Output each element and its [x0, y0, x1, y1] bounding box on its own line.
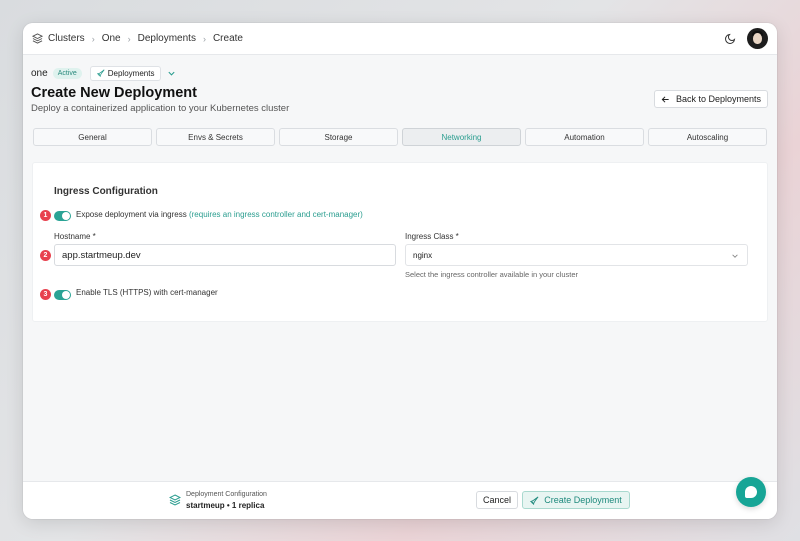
cancel-button[interactable]: Cancel	[476, 491, 518, 509]
page-title: Create New Deployment	[31, 85, 197, 101]
layers-icon	[169, 494, 181, 506]
create-deployment-button[interactable]: Create Deployment	[522, 491, 630, 509]
breadcrumb-deployments[interactable]: Deployments	[138, 33, 196, 44]
step-marker-3: 3	[40, 289, 51, 300]
step-marker-2: 2	[40, 250, 51, 261]
chat-button[interactable]	[736, 477, 766, 507]
page-subtitle: Deploy a containerized application to yo…	[31, 103, 290, 114]
footer-title: Deployment Configuration	[186, 491, 267, 498]
breadcrumb-create: Create	[212, 33, 243, 44]
back-label: Back to Deployments	[675, 94, 761, 104]
chevron-right-icon: ›	[127, 33, 131, 44]
arrow-left-icon	[661, 95, 669, 103]
tab-storage[interactable]: Storage	[279, 128, 398, 146]
chevron-down-icon	[732, 254, 738, 258]
chevron-right-icon: ›	[91, 33, 95, 44]
rocket-icon	[530, 496, 539, 505]
chevron-right-icon: ›	[202, 33, 206, 44]
ingress-title: Ingress Configuration	[54, 186, 158, 197]
ingress-class-helper: Select the ingress controller available …	[405, 270, 579, 279]
ingress-card: Ingress Configuration 1 Expose deploymen…	[32, 162, 768, 322]
hostname-label: Hostname *	[54, 232, 96, 241]
expose-label-text: Expose deployment via ingress	[76, 210, 187, 219]
tab-networking[interactable]: Networking	[402, 128, 521, 146]
section-switcher[interactable]: Deployments	[89, 65, 162, 81]
step-marker-1: 1	[40, 210, 51, 221]
tab-general[interactable]: General	[33, 128, 152, 146]
hostname-input[interactable]: app.startmeup.dev	[54, 244, 396, 266]
layers-icon	[32, 33, 43, 44]
status-badge: Active	[52, 67, 82, 79]
ingress-class-select[interactable]: nginx	[405, 244, 748, 266]
top-bar: Clusters › One › Deployments › Create	[23, 23, 777, 55]
chat-icon	[745, 486, 757, 498]
rocket-icon	[96, 69, 105, 77]
expose-ingress-toggle[interactable]	[54, 211, 71, 221]
expose-hint-text: (requires an ingress controller and cert…	[188, 210, 363, 219]
cluster-header: one Active Deployments	[31, 65, 176, 81]
avatar[interactable]	[747, 28, 768, 49]
tls-toggle[interactable]	[54, 290, 71, 300]
footer-summary: startmeup • 1 replica	[186, 501, 265, 510]
ingress-class-label: Ingress Class *	[405, 232, 459, 241]
tls-label: Enable TLS (HTTPS) with cert-manager	[76, 288, 218, 297]
breadcrumb-clusters[interactable]: Clusters	[48, 33, 85, 44]
create-label: Create Deployment	[544, 495, 622, 505]
tab-autoscaling[interactable]: Autoscaling	[648, 128, 767, 146]
tab-automation[interactable]: Automation	[525, 128, 644, 146]
footer-bar: Deployment Configuration startmeup • 1 r…	[23, 481, 777, 519]
section-label: Deployments	[107, 68, 155, 78]
ingress-class-value: nginx	[413, 250, 433, 260]
expose-ingress-label: Expose deployment via ingress (requires …	[76, 210, 363, 219]
back-to-deployments-button[interactable]: Back to Deployments	[653, 90, 768, 108]
app-window: Clusters › One › Deployments › Create on…	[23, 23, 777, 519]
tab-envs-secrets[interactable]: Envs & Secrets	[156, 128, 275, 146]
moon-icon[interactable]	[725, 32, 737, 44]
tab-bar: General Envs & Secrets Storage Networkin…	[33, 128, 767, 146]
chevron-down-icon[interactable]	[167, 69, 176, 78]
breadcrumb-one[interactable]: One	[102, 33, 121, 44]
cluster-name: one	[31, 67, 48, 79]
